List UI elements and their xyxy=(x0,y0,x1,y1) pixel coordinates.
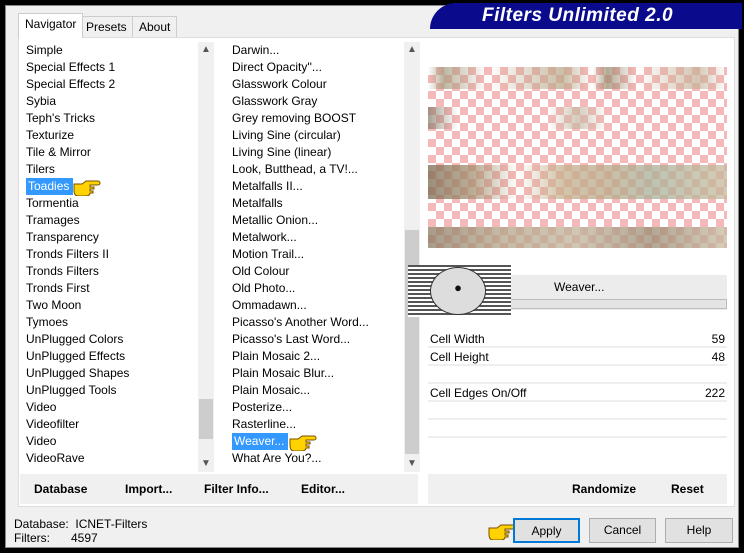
status-filters: Filters: 4597 xyxy=(14,531,98,545)
category-item[interactable]: Toadies xyxy=(22,178,197,195)
filter-item[interactable]: Glasswork Colour xyxy=(228,76,403,93)
param-empty xyxy=(428,420,727,438)
category-item[interactable]: Teph's Tricks xyxy=(22,110,197,127)
category-item[interactable]: Special Effects 1 xyxy=(22,59,197,76)
filter-item[interactable]: Picasso's Last Word... xyxy=(228,331,403,348)
category-item[interactable]: Tramages xyxy=(22,212,197,229)
category-item[interactable]: Video xyxy=(22,399,197,416)
filter-item[interactable]: Grey removing BOOST xyxy=(228,110,403,127)
filter-item[interactable]: Picasso's Another Word... xyxy=(228,314,403,331)
category-item[interactable]: Sybia xyxy=(22,93,197,110)
category-list[interactable]: Simple Special Effects 1 Special Effects 2… xyxy=(22,42,197,472)
scroll-down-icon[interactable]: ▼ xyxy=(404,456,420,472)
filter-name: Weaver... xyxy=(554,280,605,294)
category-item[interactable]: UnPlugged Shapes xyxy=(22,365,197,382)
category-item[interactable]: Tronds Filters xyxy=(22,263,197,280)
filter-item[interactable]: Ommadawn... xyxy=(228,297,403,314)
category-item[interactable]: Special Effects 2 xyxy=(22,76,197,93)
param-empty xyxy=(428,402,727,420)
help-button[interactable]: Help xyxy=(665,518,733,543)
category-item[interactable]: Tymoes xyxy=(22,314,197,331)
category-item[interactable]: Tronds Filters II xyxy=(22,246,197,263)
filter-item[interactable]: Plain Mosaic Blur... xyxy=(228,365,403,382)
filter-item[interactable]: Metalfalls xyxy=(228,195,403,212)
tab-navigator[interactable]: Navigator xyxy=(18,13,84,38)
filter-item[interactable]: Plain Mosaic... xyxy=(228,382,403,399)
filter-item[interactable]: Rasterline... xyxy=(228,416,403,433)
scroll-up-icon[interactable]: ▲ xyxy=(198,42,214,58)
category-item[interactable]: Videofilter xyxy=(22,416,197,433)
scroll-thumb[interactable] xyxy=(199,399,213,439)
category-item[interactable]: Video xyxy=(22,433,197,450)
filter-item[interactable]: Motion Trail... xyxy=(228,246,403,263)
filter-info-button[interactable]: Filter Info... xyxy=(204,474,269,504)
param-empty xyxy=(428,366,727,384)
tab-presets[interactable]: Presets xyxy=(79,16,134,37)
params-toolbar: Randomize Reset xyxy=(428,474,727,504)
category-item[interactable]: UnPlugged Colors xyxy=(22,331,197,348)
tab-about[interactable]: About xyxy=(132,16,178,37)
category-item[interactable]: Tile & Mirror xyxy=(22,144,197,161)
scroll-down-icon[interactable]: ▼ xyxy=(198,456,214,472)
scroll-up-icon[interactable]: ▲ xyxy=(404,42,420,58)
category-item[interactable]: UnPlugged Effects xyxy=(22,348,197,365)
category-item[interactable]: Tormentia xyxy=(22,195,197,212)
category-item[interactable]: Transparency xyxy=(22,229,197,246)
filter-item[interactable]: Posterize... xyxy=(228,399,403,416)
pointing-hand-icon xyxy=(289,435,317,451)
filter-item[interactable]: Glasswork Gray xyxy=(228,93,403,110)
filter-item[interactable]: Metalfalls II... xyxy=(228,178,403,195)
filter-item[interactable]: Living Sine (linear) xyxy=(228,144,403,161)
filter-item[interactable]: Direct Opacity''... xyxy=(228,59,403,76)
filter-progress-bar xyxy=(510,299,727,309)
watermark-logo: ● xyxy=(408,265,511,317)
scroll-thumb[interactable] xyxy=(405,230,419,454)
param-cell-edges[interactable]: Cell Edges On/Off 222 xyxy=(428,384,727,402)
category-item[interactable]: Simple xyxy=(22,42,197,59)
import-button[interactable]: Import... xyxy=(125,474,172,504)
reset-button[interactable]: Reset xyxy=(671,474,704,504)
status-database: Database: ICNET-Filters xyxy=(14,517,148,531)
filter-item[interactable]: What Are You?... xyxy=(228,450,403,467)
filter-item[interactable]: Darwin... xyxy=(228,42,403,59)
filter-item[interactable]: Plain Mosaic 2... xyxy=(228,348,403,365)
editor-button[interactable]: Editor... xyxy=(301,474,345,504)
cancel-button[interactable]: Cancel xyxy=(589,518,656,543)
filter-item[interactable]: Look, Butthead, a TV!... xyxy=(228,161,403,178)
filter-scrollbar[interactable]: ▲ ▼ xyxy=(404,42,420,472)
filter-item[interactable]: Old Photo... xyxy=(228,280,403,297)
navigator-toolbar: Database Import... Filter Info... Editor… xyxy=(20,474,418,504)
apply-button[interactable]: Apply xyxy=(513,518,580,543)
database-button[interactable]: Database xyxy=(34,474,87,504)
category-item[interactable]: Texturize xyxy=(22,127,197,144)
filter-item[interactable]: Old Colour xyxy=(228,263,403,280)
filter-list[interactable]: Darwin... Direct Opacity''... Glasswork Co… xyxy=(228,42,403,472)
category-scrollbar[interactable]: ▲ ▼ xyxy=(198,42,214,472)
category-item[interactable]: UnPlugged Tools xyxy=(22,382,197,399)
category-item[interactable]: VideoRave xyxy=(22,450,197,467)
randomize-button[interactable]: Randomize xyxy=(572,474,636,504)
pointing-hand-icon xyxy=(73,180,101,196)
category-item[interactable]: Tronds First xyxy=(22,280,197,297)
filter-item[interactable]: Metalwork... xyxy=(228,229,403,246)
param-cell-height[interactable]: Cell Height 48 xyxy=(428,348,727,366)
category-item[interactable]: Tilers xyxy=(22,161,197,178)
filter-item[interactable]: Metallic Onion... xyxy=(228,212,403,229)
param-cell-width[interactable]: Cell Width 59 xyxy=(428,330,727,348)
window-title: Filters Unlimited 2.0 xyxy=(430,3,742,29)
filter-item[interactable]: Living Sine (circular) xyxy=(228,127,403,144)
category-item[interactable]: Two Moon xyxy=(22,297,197,314)
preview-image xyxy=(428,67,727,248)
